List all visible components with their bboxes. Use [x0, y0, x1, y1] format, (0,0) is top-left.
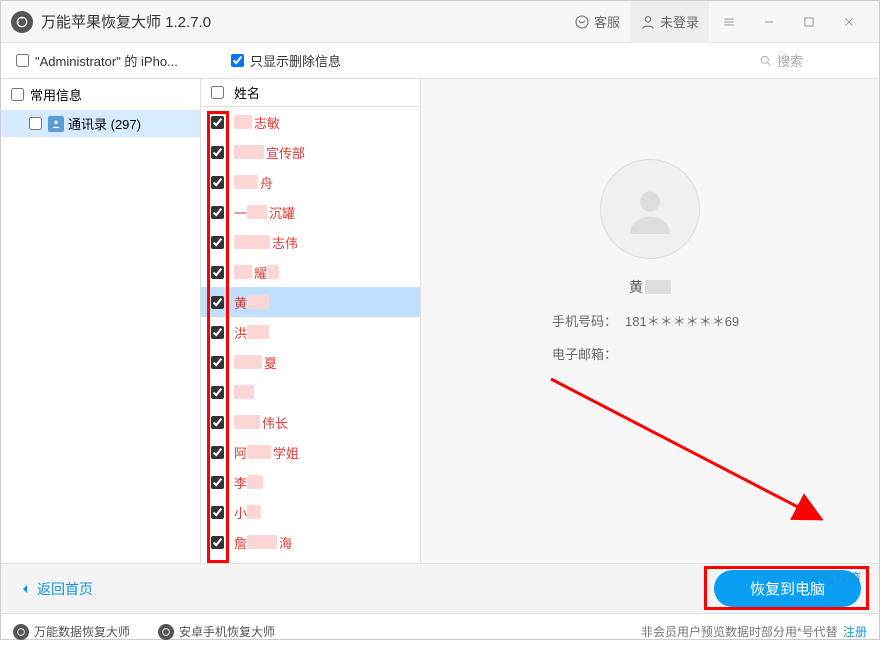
bottom-bar: 万能数据恢复大师 安卓手机恢复大师 非会员用户预览数据时部分用*号代替 注册: [1, 613, 879, 649]
row-checkbox[interactable]: [211, 326, 224, 339]
row-checkbox[interactable]: [211, 296, 224, 309]
row-checkbox[interactable]: [211, 476, 224, 489]
category-label: 常用信息: [30, 85, 82, 104]
list-item[interactable]: 小: [201, 497, 420, 527]
note-text: 非会员用户预览数据时部分用*号代替: [641, 625, 838, 639]
contact-list: 姓名 志敏宣传部舟一沉罐志伟耀黄洪夏伟长阿学姐李小詹海: [201, 79, 421, 563]
email-label: 电子邮箱：: [535, 344, 625, 363]
sidebar-category[interactable]: 常用信息: [1, 79, 200, 110]
list-item[interactable]: 一沉罐: [201, 197, 420, 227]
row-checkbox[interactable]: [211, 116, 224, 129]
filter-checkbox[interactable]: [231, 54, 244, 67]
back-button[interactable]: 返回首页: [19, 579, 93, 599]
product-icon-1: [13, 624, 29, 640]
list-item[interactable]: 詹海: [201, 527, 420, 557]
back-icon: [19, 582, 33, 596]
list-item[interactable]: 李: [201, 467, 420, 497]
phone-label: 手机号码：: [535, 311, 625, 330]
product-label-1: 万能数据恢复大师: [34, 623, 130, 640]
filter-deleted[interactable]: 只显示删除信息: [231, 51, 341, 70]
email-field: 电子邮箱：: [441, 344, 859, 363]
email-value: [625, 344, 765, 363]
row-checkbox[interactable]: [211, 356, 224, 369]
list-item[interactable]: 耀: [201, 257, 420, 287]
maximize-button[interactable]: [789, 1, 829, 43]
list-item[interactable]: 伟长: [201, 407, 420, 437]
preview-note: 非会员用户预览数据时部分用*号代替 注册: [641, 623, 867, 640]
privacy-link[interactable]: 隐私政策: [809, 568, 861, 587]
action-bar: 返回首页 隐私政策 恢复到电脑: [1, 563, 879, 613]
annotation-arrow: [541, 369, 841, 539]
filter-label: 只显示删除信息: [250, 51, 341, 70]
list-item[interactable]: [201, 377, 420, 407]
category-checkbox[interactable]: [11, 88, 24, 101]
control-row: "Administrator" 的 iPho... 只显示删除信息 搜索: [1, 43, 879, 79]
contact-name: 黄: [629, 277, 671, 297]
list-item[interactable]: 洪: [201, 317, 420, 347]
login-button[interactable]: 未登录: [630, 1, 709, 43]
device-select[interactable]: "Administrator" 的 iPho...: [16, 51, 196, 70]
device-checkbox[interactable]: [16, 54, 29, 67]
app-title: 万能苹果恢复大师 1.2.7.0: [41, 11, 211, 32]
list-item[interactable]: 舟: [201, 167, 420, 197]
titlebar: 万能苹果恢复大师 1.2.7.0 客服 未登录: [1, 1, 879, 43]
sidebar-item-contacts[interactable]: 通讯录 (297): [1, 110, 200, 137]
app-logo: [11, 11, 33, 33]
sidebar: 常用信息 通讯录 (297): [1, 79, 201, 563]
row-checkbox[interactable]: [211, 236, 224, 249]
row-checkbox[interactable]: [211, 206, 224, 219]
search-icon: [759, 54, 773, 68]
contact-detail: 黄 手机号码： 181＊＊＊＊＊＊69 电子邮箱：: [421, 79, 879, 563]
menu-button[interactable]: [709, 1, 749, 43]
contacts-icon: [48, 116, 64, 132]
product-link-1[interactable]: 万能数据恢复大师: [13, 623, 130, 640]
contacts-checkbox[interactable]: [29, 117, 42, 130]
search-placeholder: 搜索: [777, 51, 803, 70]
name-mask: [645, 280, 671, 294]
support-label: 客服: [594, 12, 620, 31]
row-checkbox[interactable]: [211, 536, 224, 549]
main-area: 常用信息 通讯录 (297) 姓名 志敏宣传部舟一沉罐志伟耀黄洪夏伟长阿学姐李小…: [1, 79, 879, 563]
list-item[interactable]: 夏: [201, 347, 420, 377]
minimize-button[interactable]: [749, 1, 789, 43]
select-all-checkbox[interactable]: [211, 86, 224, 99]
list-item[interactable]: 阿学姐: [201, 437, 420, 467]
row-checkbox[interactable]: [211, 416, 224, 429]
close-button[interactable]: [829, 1, 869, 43]
list-item[interactable]: 志敏: [201, 107, 420, 137]
register-link[interactable]: 注册: [843, 625, 867, 639]
avatar: [600, 159, 700, 259]
row-checkbox[interactable]: [211, 146, 224, 159]
login-label: 未登录: [660, 12, 699, 31]
row-checkbox[interactable]: [211, 176, 224, 189]
product-link-2[interactable]: 安卓手机恢复大师: [158, 623, 275, 640]
list-item[interactable]: 黄: [201, 287, 420, 317]
support-button[interactable]: 客服: [564, 1, 630, 43]
phone-field: 手机号码： 181＊＊＊＊＊＊69: [441, 311, 859, 330]
row-checkbox[interactable]: [211, 446, 224, 459]
list-header-label: 姓名: [234, 83, 260, 102]
product-icon-2: [158, 624, 174, 640]
back-label: 返回首页: [37, 579, 93, 599]
contacts-label: 通讯录 (297): [68, 114, 141, 133]
search-input[interactable]: 搜索: [754, 49, 864, 73]
list-rows: 志敏宣传部舟一沉罐志伟耀黄洪夏伟长阿学姐李小詹海: [201, 107, 420, 563]
row-checkbox[interactable]: [211, 506, 224, 519]
contact-name-text: 黄: [629, 277, 643, 297]
list-item[interactable]: 宣传部: [201, 137, 420, 167]
row-checkbox[interactable]: [211, 386, 224, 399]
list-item[interactable]: 志伟: [201, 227, 420, 257]
row-checkbox[interactable]: [211, 266, 224, 279]
list-header[interactable]: 姓名: [201, 79, 420, 107]
product-label-2: 安卓手机恢复大师: [179, 623, 275, 640]
device-label: "Administrator" 的 iPho...: [35, 51, 178, 70]
phone-value: 181＊＊＊＊＊＊69: [625, 311, 765, 330]
